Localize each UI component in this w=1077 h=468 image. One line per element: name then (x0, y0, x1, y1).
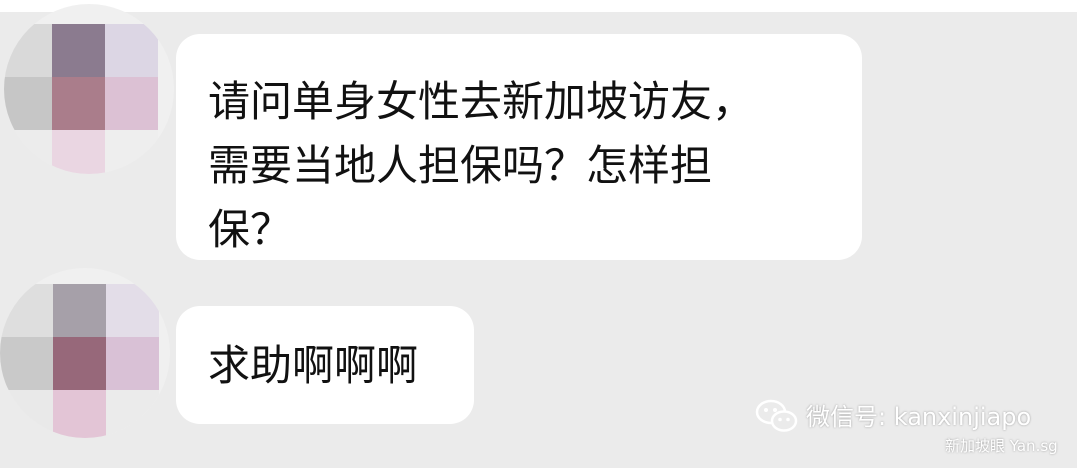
avatar-pixel (0, 337, 53, 390)
avatar-pixel (105, 24, 158, 77)
source-watermark: 新加坡眼 Yan.sg (945, 437, 1058, 455)
avatar-pixel (106, 284, 159, 337)
message-line: 求助啊啊啊 (208, 341, 419, 390)
avatar-pixel (4, 24, 52, 77)
message-line: 请问单身女性去新加坡访友， (208, 77, 755, 126)
avatar-pixel (106, 390, 159, 438)
avatar-pixel (105, 77, 158, 130)
avatar-pixel (105, 130, 158, 174)
avatar-pixel (53, 390, 106, 438)
wechat-icon (755, 398, 799, 434)
message-bubble[interactable]: 请问单身女性去新加坡访友， 需要当地人担保吗？怎样担 保？ (176, 34, 862, 260)
avatar-pixel (4, 130, 52, 174)
avatar-pixel (52, 77, 105, 130)
avatar-pixel (4, 77, 52, 130)
avatar-pixel (0, 390, 53, 438)
avatar-pixel (106, 337, 159, 390)
avatar-pixel (52, 24, 105, 77)
avatar[interactable] (4, 4, 174, 174)
avatar-pixel (53, 284, 106, 337)
avatar-pixel (53, 337, 106, 390)
avatar-pixel (0, 284, 53, 337)
message-line: 保？ (208, 205, 293, 254)
wechat-account: 微信号: kanxinjiapo (806, 403, 1032, 431)
avatar-pixel (52, 130, 105, 174)
message-line: 需要当地人担保吗？怎样担 (208, 141, 713, 190)
message-bubble[interactable]: 求助啊啊啊 (176, 306, 474, 424)
avatar[interactable] (0, 268, 170, 438)
